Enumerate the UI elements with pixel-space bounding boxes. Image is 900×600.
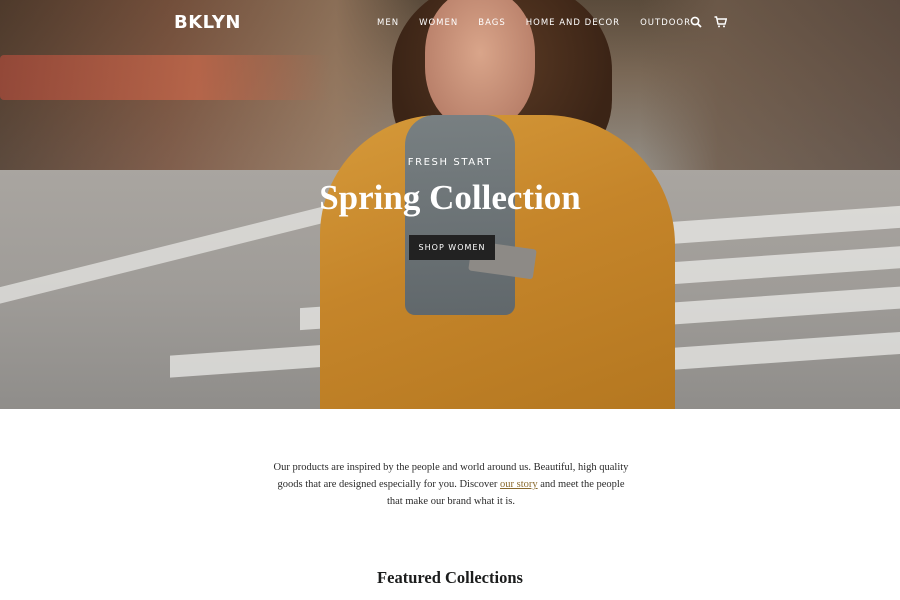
our-story-link[interactable]: our story — [500, 479, 538, 490]
intro-text: Our products are inspired by the people … — [270, 459, 632, 510]
nav-item-bags[interactable]: BAGS — [478, 18, 505, 28]
brand-logo[interactable]: BKLYN — [174, 12, 241, 33]
nav-item-women[interactable]: WOMEN — [419, 18, 458, 28]
featured-collections-title: Featured Collections — [377, 568, 523, 587]
main-nav: MEN WOMEN BAGS HOME AND DECOR OUTDOOR — [377, 18, 691, 28]
hero-awning — [0, 55, 330, 100]
search-icon[interactable] — [690, 15, 704, 29]
nav-item-home-and-decor[interactable]: HOME AND DECOR — [526, 18, 620, 28]
shop-women-button[interactable]: SHOP WOMEN — [409, 235, 495, 260]
hero-eyebrow: FRESH START — [407, 157, 493, 168]
nav-item-men[interactable]: MEN — [377, 18, 399, 28]
cart-icon[interactable] — [714, 15, 728, 29]
nav-item-outdoor[interactable]: OUTDOOR — [640, 18, 691, 28]
header-icons — [690, 15, 728, 29]
hero-title: Spring Collection — [319, 178, 581, 217]
